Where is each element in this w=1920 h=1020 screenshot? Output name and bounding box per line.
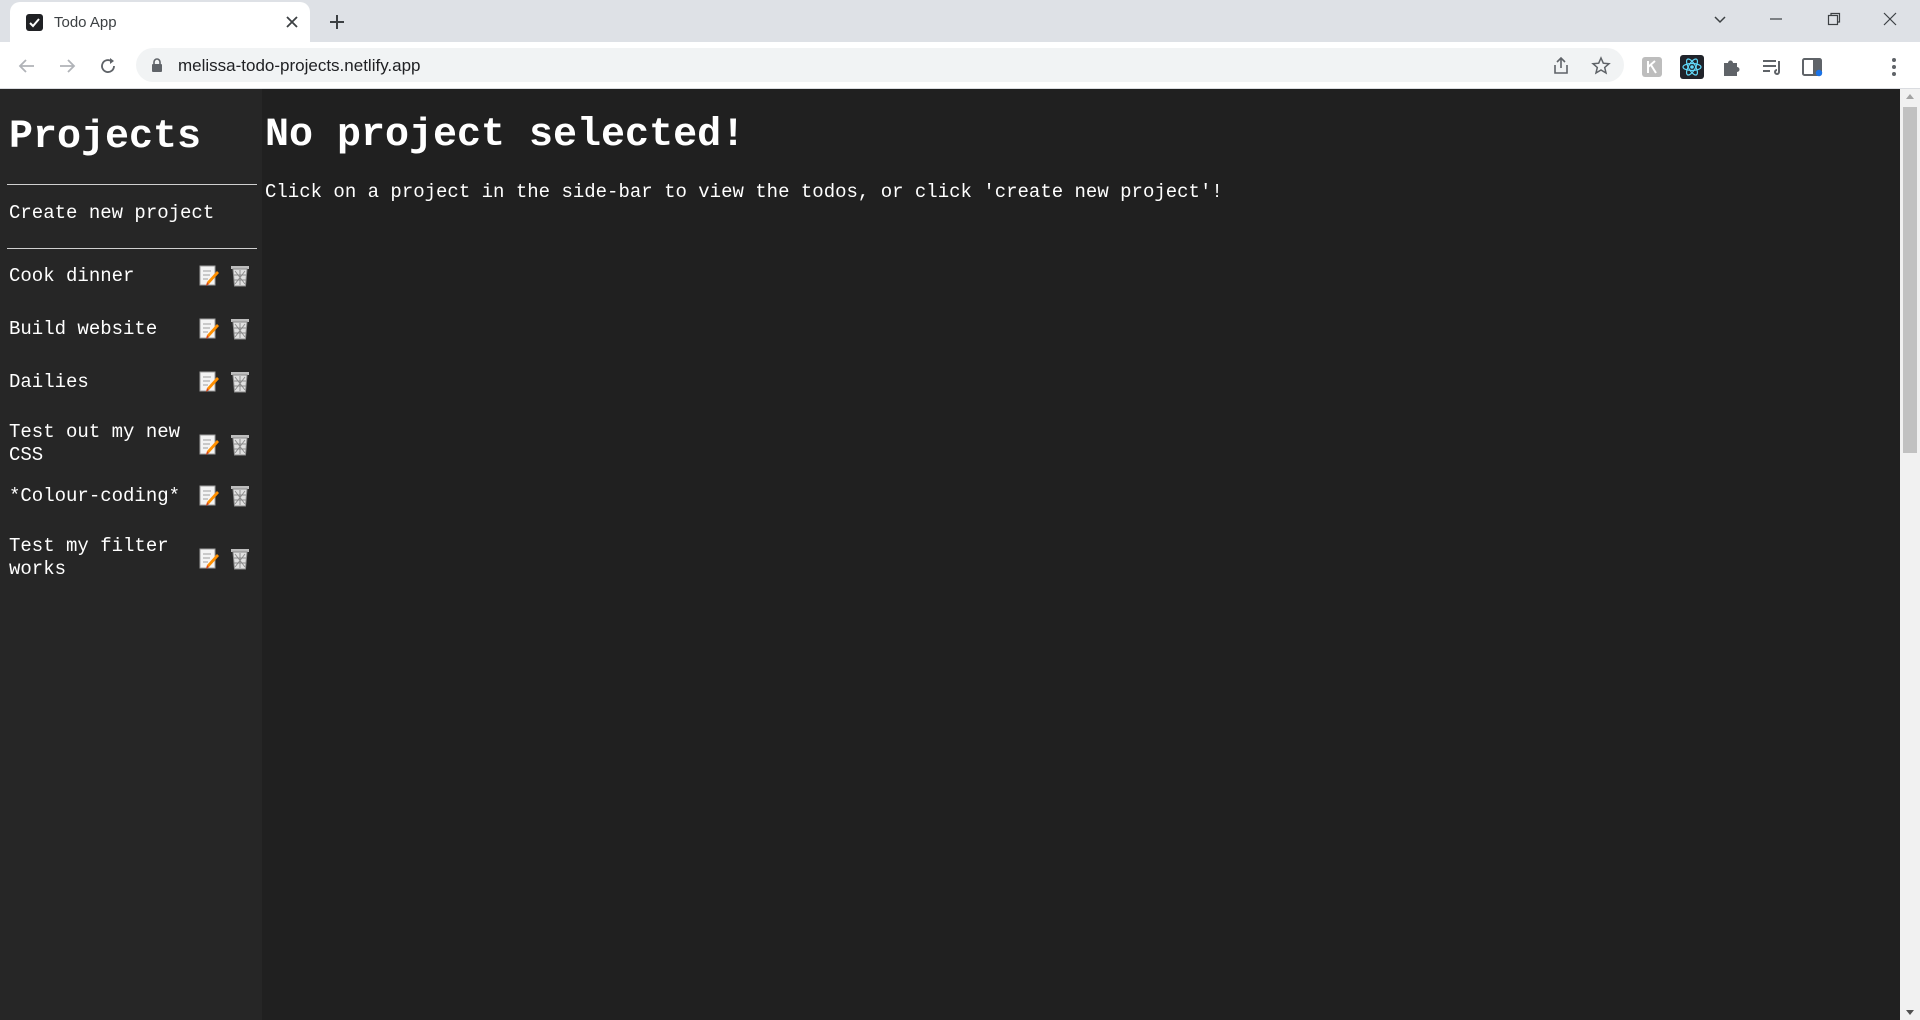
no-project-message: Click on a project in the side-bar to vi… [265, 181, 1223, 203]
bookmark-star-icon[interactable] [1590, 55, 1612, 77]
edit-memo-icon[interactable] [199, 485, 219, 507]
wastebasket-icon[interactable] [230, 265, 250, 287]
browser-tab[interactable]: Todo App [10, 2, 310, 42]
edit-memo-icon[interactable] [199, 265, 219, 287]
lock-icon [152, 58, 162, 72]
create-new-project-button[interactable]: Create new project [9, 202, 214, 224]
edit-memo-icon[interactable] [199, 434, 219, 456]
project-name[interactable]: Dailies [9, 371, 194, 394]
project-name[interactable]: *Colour-coding* [9, 485, 194, 508]
wastebasket-icon[interactable] [230, 434, 250, 456]
side-panel-icon[interactable] [1800, 55, 1824, 79]
edit-memo-icon[interactable] [199, 548, 219, 570]
wastebasket-icon[interactable] [230, 548, 250, 570]
react-devtools-icon[interactable] [1680, 55, 1704, 79]
tab-search-chevron-icon[interactable] [1692, 0, 1748, 38]
checkbox-favicon-icon [26, 14, 43, 31]
kebab-menu-icon[interactable] [1882, 55, 1906, 79]
sidebar-title: Projects [9, 115, 202, 160]
tab-title: Todo App [54, 14, 117, 31]
share-icon[interactable] [1550, 55, 1572, 77]
edit-memo-icon[interactable] [199, 318, 219, 340]
browser-toolbar: melissa-todo-projects.netlify.app [0, 42, 1920, 120]
page-viewport: Projects Create new project Cook dinner … [0, 89, 1900, 1020]
forward-arrow-icon[interactable] [52, 51, 82, 81]
wastebasket-icon[interactable] [230, 485, 250, 507]
wastebasket-icon[interactable] [230, 371, 250, 393]
minimize-icon[interactable] [1748, 0, 1804, 38]
url-text: melissa-todo-projects.netlify.app [178, 56, 421, 75]
browser-tab-strip: Todo App [0, 0, 1920, 42]
restore-icon[interactable] [1806, 0, 1862, 38]
projects-sidebar: Projects Create new project Cook dinner … [0, 89, 262, 1020]
new-tab-plus-icon[interactable] [323, 8, 351, 36]
wastebasket-icon[interactable] [230, 318, 250, 340]
edit-memo-icon[interactable] [199, 371, 219, 393]
close-window-icon[interactable] [1862, 0, 1918, 38]
vertical-scrollbar[interactable] [1900, 89, 1920, 1020]
project-name[interactable]: Cook dinner [9, 265, 194, 288]
sidebar-divider-top [7, 184, 257, 185]
no-project-heading: No project selected! [265, 113, 746, 158]
reading-list-icon[interactable] [1760, 55, 1784, 79]
reload-icon[interactable] [93, 51, 123, 81]
scrollbar-thumb[interactable] [1903, 107, 1917, 453]
project-name[interactable]: Test out my new CSS [9, 421, 194, 467]
tab-close-icon[interactable] [281, 11, 303, 33]
scroll-up-arrow-icon[interactable] [1906, 94, 1914, 99]
sidebar-divider-bottom [7, 248, 257, 249]
extensions-puzzle-icon[interactable] [1720, 55, 1744, 79]
extension-grey-icon[interactable] [1640, 55, 1664, 79]
project-name[interactable]: Build website [9, 318, 194, 341]
project-name[interactable]: Test my filter works [9, 535, 194, 581]
address-bar[interactable]: melissa-todo-projects.netlify.app [136, 48, 1624, 82]
scroll-down-arrow-icon[interactable] [1906, 1010, 1914, 1015]
back-arrow-icon[interactable] [12, 51, 42, 81]
